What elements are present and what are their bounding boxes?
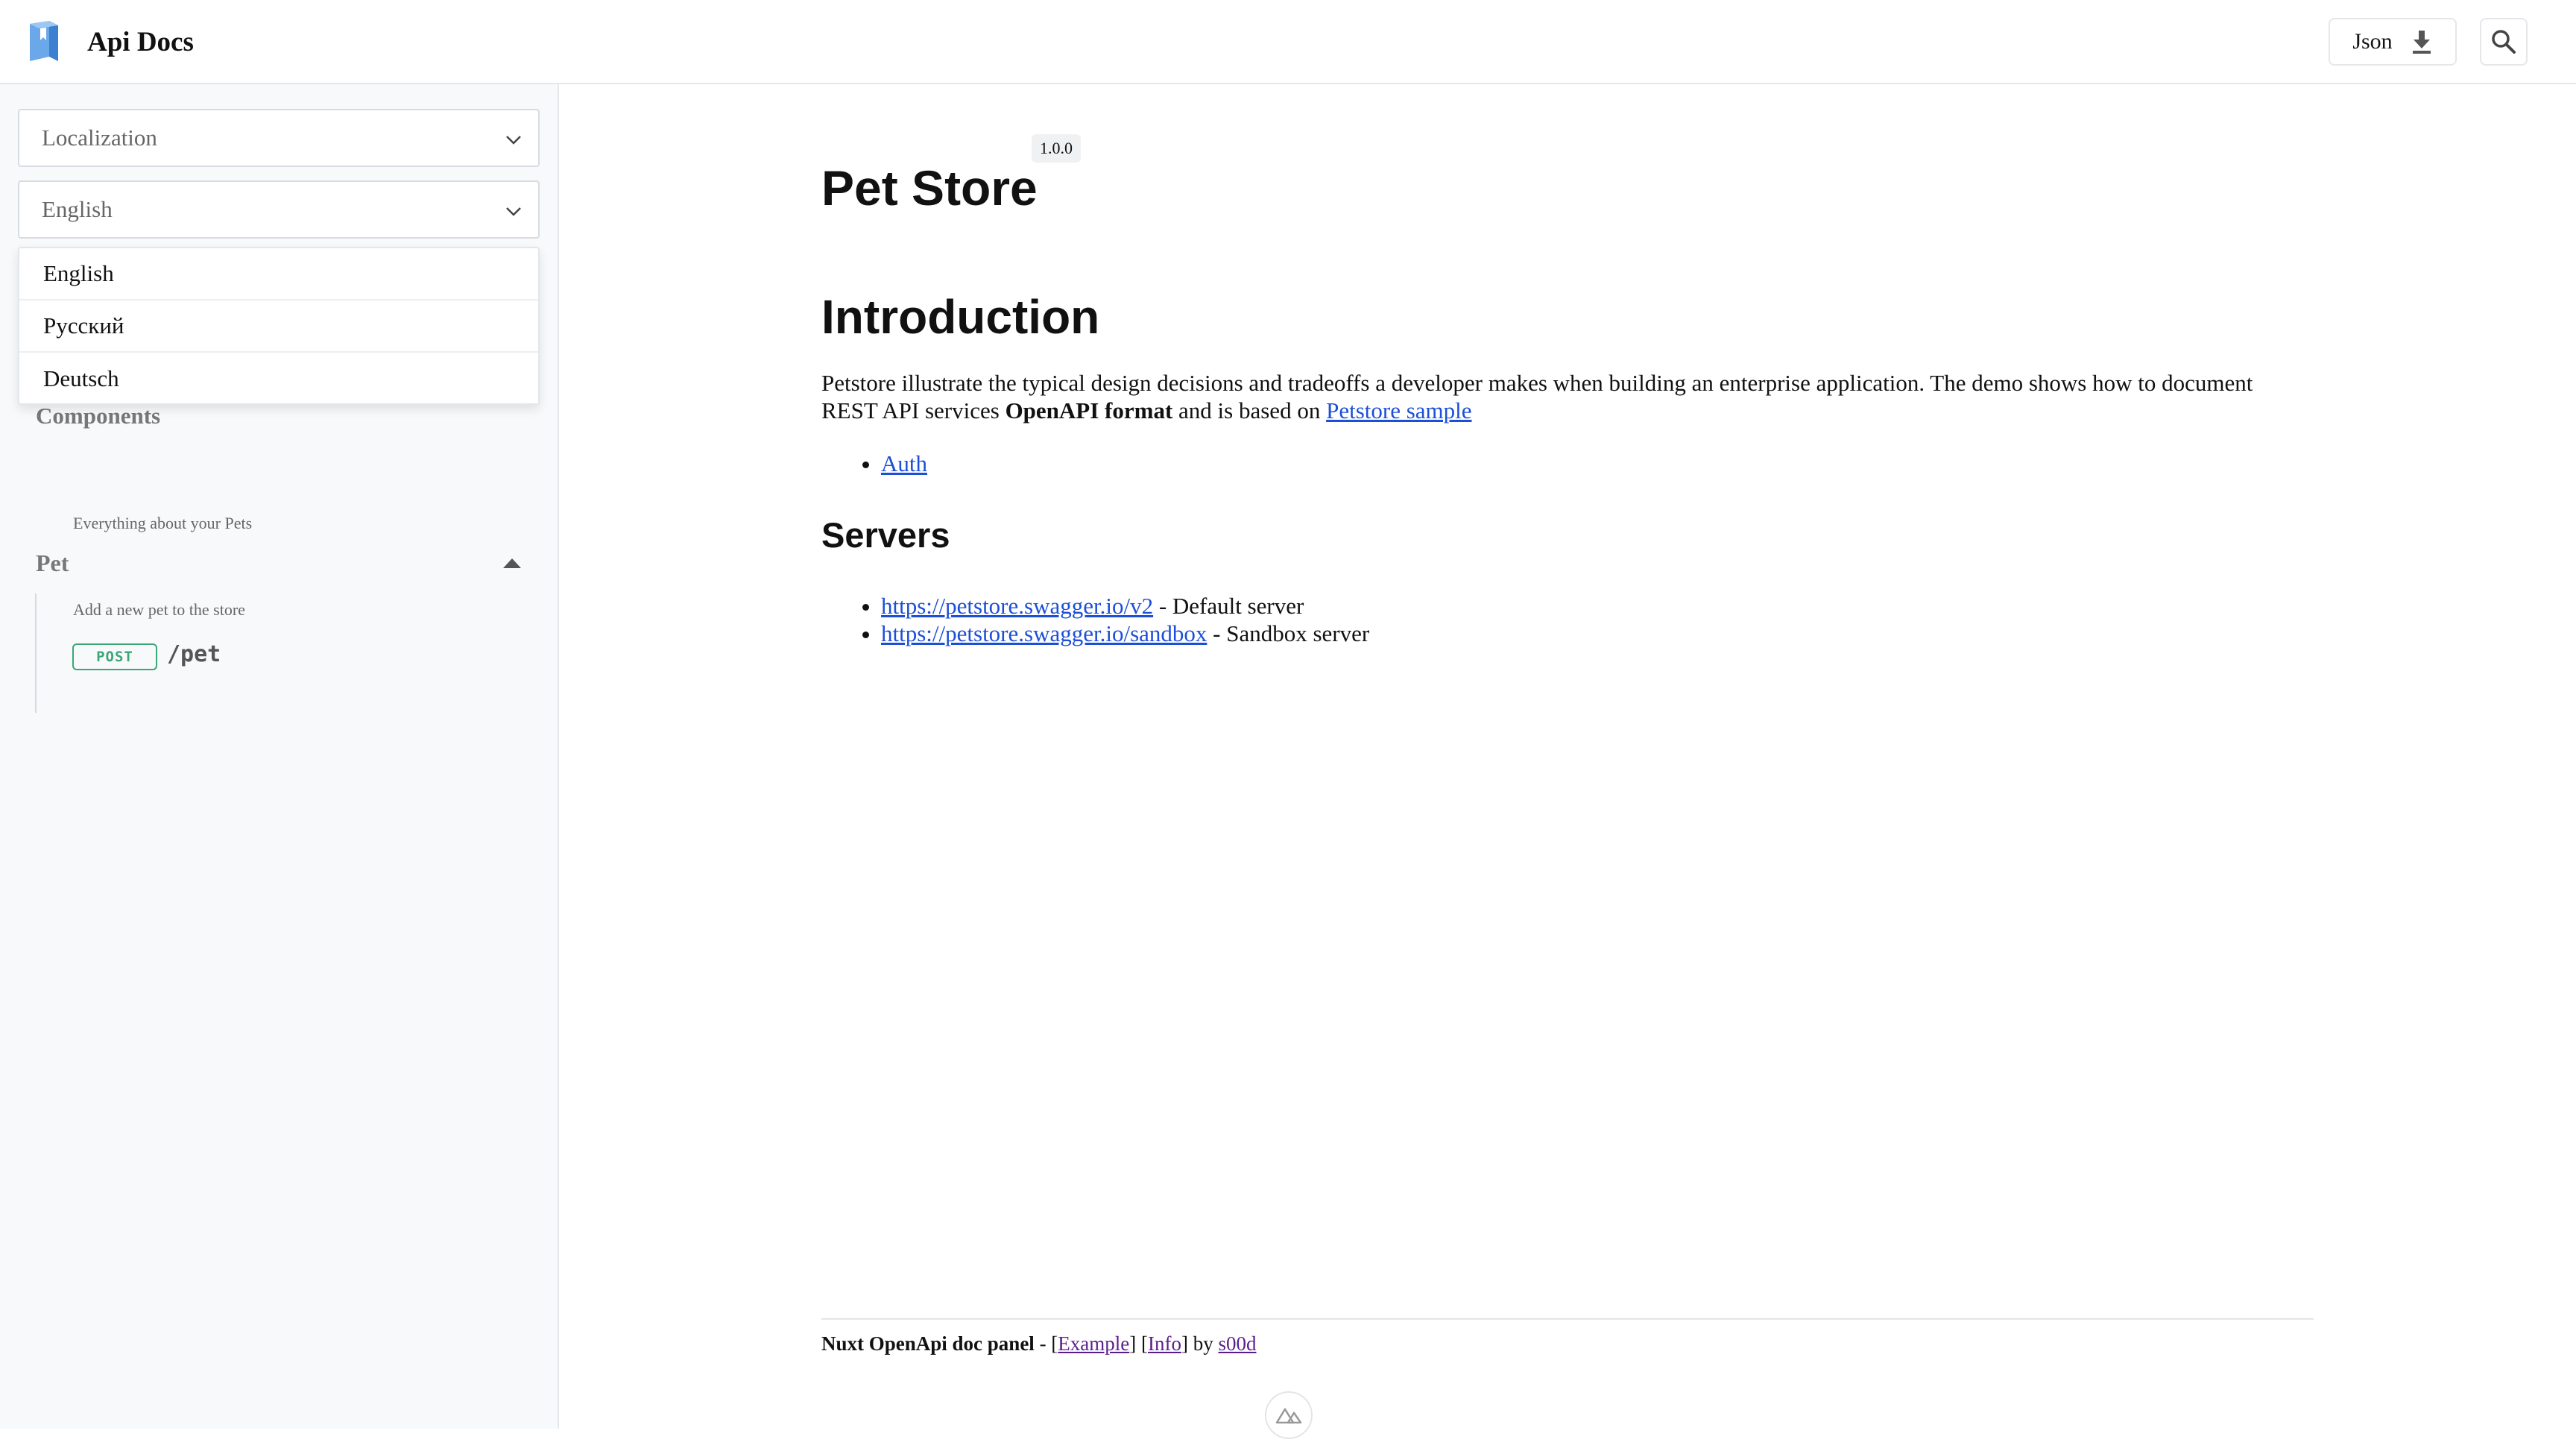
search-icon [2492,30,2516,54]
top-bar: Api Docs Json [0,0,2576,84]
localization-select[interactable]: Localization [18,109,540,167]
chevron-down-icon [506,136,521,145]
auth-link[interactable]: Auth [881,450,927,476]
search-button[interactable] [2480,18,2528,66]
intro-link-list: Auth [881,450,927,477]
download-icon [2412,31,2431,54]
download-json-button[interactable]: Json [2329,18,2457,66]
language-option-german[interactable]: Deutsch [19,353,538,405]
servers-list: https://petstore.swagger.io/v2 - Default… [881,592,1369,647]
endpoint-summary: Add a new pet to the store [73,600,245,619]
components-label[interactable]: Components [36,403,160,429]
servers-heading: Servers [821,515,950,555]
language-option-russian[interactable]: Русский [19,300,538,353]
introduction-heading: Introduction [821,290,1100,344]
info-link[interactable]: Info [1148,1332,1181,1355]
example-link[interactable]: Example [1058,1332,1129,1355]
app-title[interactable]: Api Docs [87,25,194,60]
language-dropdown-menu: English Русский Deutsch [18,247,540,405]
footer-brand: Nuxt OpenApi doc panel [821,1332,1035,1355]
footer: Nuxt OpenApi doc panel - [Example] [Info… [821,1332,1257,1355]
author-link[interactable]: s00d [1218,1332,1256,1355]
server-url-link[interactable]: https://petstore.swagger.io/sandbox [881,620,1207,646]
server-item: https://petstore.swagger.io/v2 - Default… [881,592,1369,620]
server-description: - Sandbox server [1207,620,1370,646]
openapi-format-bold: OpenAPI format [1005,397,1173,423]
server-item: https://petstore.swagger.io/sandbox - Sa… [881,620,1369,647]
nuxt-logo-icon [1275,1408,1302,1424]
collapse-caret-icon[interactable] [503,558,521,568]
endpoint-path[interactable]: /pet [167,641,221,667]
page-title: Pet Store [821,160,1038,215]
chevron-down-icon [506,207,521,216]
book-logo-icon[interactable] [27,19,61,63]
footer-divider [821,1318,2314,1320]
server-url-link[interactable]: https://petstore.swagger.io/v2 [881,593,1153,619]
list-item: Auth [881,450,927,477]
language-select-value: English [42,196,113,222]
json-button-label: Json [2352,29,2393,54]
nuxt-devtools-button[interactable] [1265,1391,1313,1439]
server-description: - Default server [1153,593,1304,619]
introduction-text: Petstore illustrate the typical design d… [821,370,2253,423]
tree-line [35,593,37,713]
petstore-sample-link[interactable]: Petstore sample [1326,397,1471,423]
localization-select-value: Localization [42,125,157,151]
language-option-english[interactable]: English [19,248,538,300]
method-badge-post: POST [72,643,157,670]
language-select[interactable]: English [18,180,540,239]
group-description: Everything about your Pets [73,514,253,532]
group-title-pet[interactable]: Pet [36,550,69,577]
version-badge: 1.0.0 [1032,134,1081,163]
